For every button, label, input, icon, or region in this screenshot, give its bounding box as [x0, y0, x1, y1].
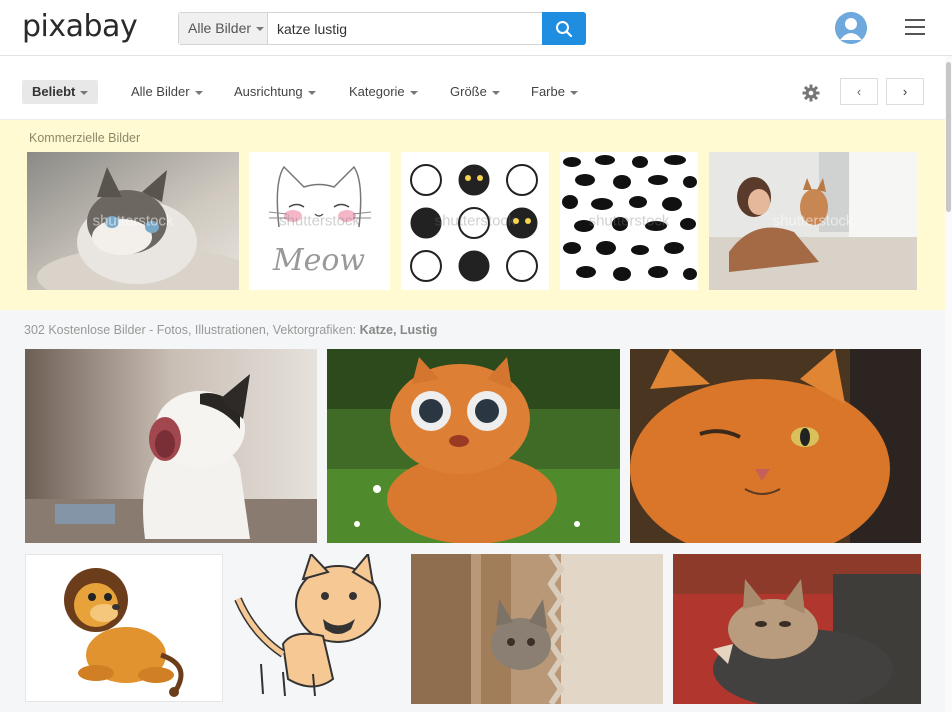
commercial-image-meow[interactable]: Meow shutterstock: [249, 152, 390, 290]
meow-text: Meow: [272, 243, 366, 278]
filter-color[interactable]: Farbe: [531, 80, 578, 104]
result-image-kitten-wall[interactable]: [411, 554, 663, 704]
shutterstock-watermark: shutterstock: [772, 212, 854, 230]
settings-button[interactable]: [801, 83, 821, 103]
yawning-kitten-photo: [25, 349, 317, 543]
menu-icon-bar: [905, 33, 925, 35]
results-prefix: 302 Kostenlose Bilder - Fotos, Illustrat…: [24, 323, 360, 337]
user-icon: [835, 12, 867, 44]
pixabay-logo[interactable]: pixabay: [22, 10, 138, 44]
winking-cat-photo: [630, 349, 921, 543]
cat-figurine-photo: [327, 349, 620, 543]
chevron-down-icon: [194, 90, 203, 95]
result-image-yawning-kitten[interactable]: [25, 349, 317, 543]
filter-label: Kategorie: [349, 84, 405, 99]
cartoon-lion-illustration: [64, 568, 184, 697]
commercial-image-cat-silhouettes[interactable]: shutterstock: [560, 152, 698, 290]
shutterstock-watermark: shutterstock: [92, 212, 174, 230]
scrollbar-thumb[interactable]: [946, 62, 951, 212]
results-query: Katze, Lustig: [359, 323, 438, 337]
commercial-image-cat-doodles[interactable]: shutterstock: [401, 152, 549, 290]
result-image-kitten-boot[interactable]: [673, 554, 921, 704]
shutterstock-watermark: shutterstock: [588, 212, 670, 230]
filter-label: Alle Bilder: [131, 84, 190, 99]
filter-category[interactable]: Kategorie: [349, 80, 418, 104]
search-icon: [556, 20, 573, 37]
result-image-cat-figurine[interactable]: [327, 349, 620, 543]
result-image-winking-cat[interactable]: [630, 349, 921, 543]
search-button[interactable]: [542, 12, 586, 45]
menu-icon: [905, 19, 925, 21]
search-bar: Alle Bilder: [178, 12, 586, 45]
commercial-image-woman-cat[interactable]: shutterstock: [709, 152, 917, 290]
prev-page-button[interactable]: ‹: [840, 78, 878, 105]
page-scrollbar[interactable]: [945, 56, 952, 712]
search-type-label: Alle Bilder: [188, 20, 252, 36]
commercial-label: Kommerzielle Bilder: [29, 131, 141, 145]
next-page-button[interactable]: ›: [886, 78, 924, 105]
chevron-down-icon: [491, 90, 500, 95]
results-summary: 302 Kostenlose Bilder - Fotos, Illustrat…: [24, 323, 437, 337]
shutterstock-watermark: shutterstock: [279, 212, 360, 230]
chevron-down-icon: [80, 90, 89, 95]
sort-popular-dropdown[interactable]: Beliebt: [22, 80, 99, 104]
search-type-dropdown[interactable]: Alle Bilder: [179, 13, 268, 44]
filter-size[interactable]: Größe: [450, 80, 500, 104]
kitten-in-boot-photo: [673, 554, 921, 704]
filter-label: Farbe: [531, 84, 565, 99]
search-input[interactable]: [277, 13, 543, 44]
top-header: pixabay Alle Bilder: [0, 0, 952, 56]
cartoon-cat-illustration: [234, 554, 381, 697]
shutterstock-watermark: shutterstock: [434, 212, 516, 230]
filter-orientation[interactable]: Ausrichtung: [234, 80, 316, 104]
sort-label: Beliebt: [32, 84, 76, 99]
chevron-down-icon: [409, 90, 418, 95]
user-avatar[interactable]: [835, 12, 867, 44]
result-image-cartoon-lion[interactable]: [25, 554, 223, 702]
menu-button[interactable]: [905, 19, 925, 35]
commercial-image-kitten[interactable]: shutterstock: [27, 152, 239, 290]
filter-all-images[interactable]: Alle Bilder: [131, 80, 203, 104]
result-image-cartoon-cat[interactable]: [233, 554, 401, 702]
chevron-down-icon: [307, 90, 316, 95]
menu-icon-bar: [905, 26, 925, 28]
filter-label: Größe: [450, 84, 487, 99]
filter-label: Ausrichtung: [234, 84, 303, 99]
kitten-peeking-photo: [411, 554, 663, 704]
gear-icon: [802, 84, 820, 102]
chevron-down-icon: [256, 27, 265, 32]
chevron-down-icon: [569, 90, 578, 95]
